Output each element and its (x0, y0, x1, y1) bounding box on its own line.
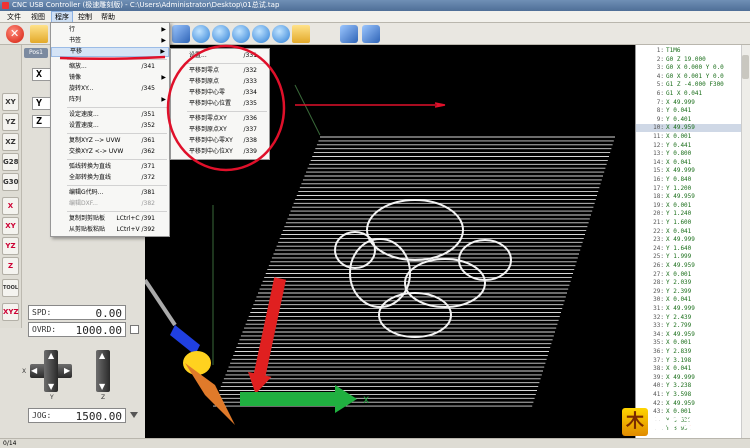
underline-annotation (59, 55, 166, 61)
watermark-logo: 木 爱好者 (622, 408, 746, 438)
logo-mark: 木 (622, 408, 648, 436)
status-bar: 0/14 (0, 438, 750, 448)
status-text: 0/14 (3, 440, 17, 447)
logo-text: 爱好者 (649, 416, 702, 436)
annotation-overlay (59, 44, 286, 172)
circle-annotation (166, 44, 286, 172)
